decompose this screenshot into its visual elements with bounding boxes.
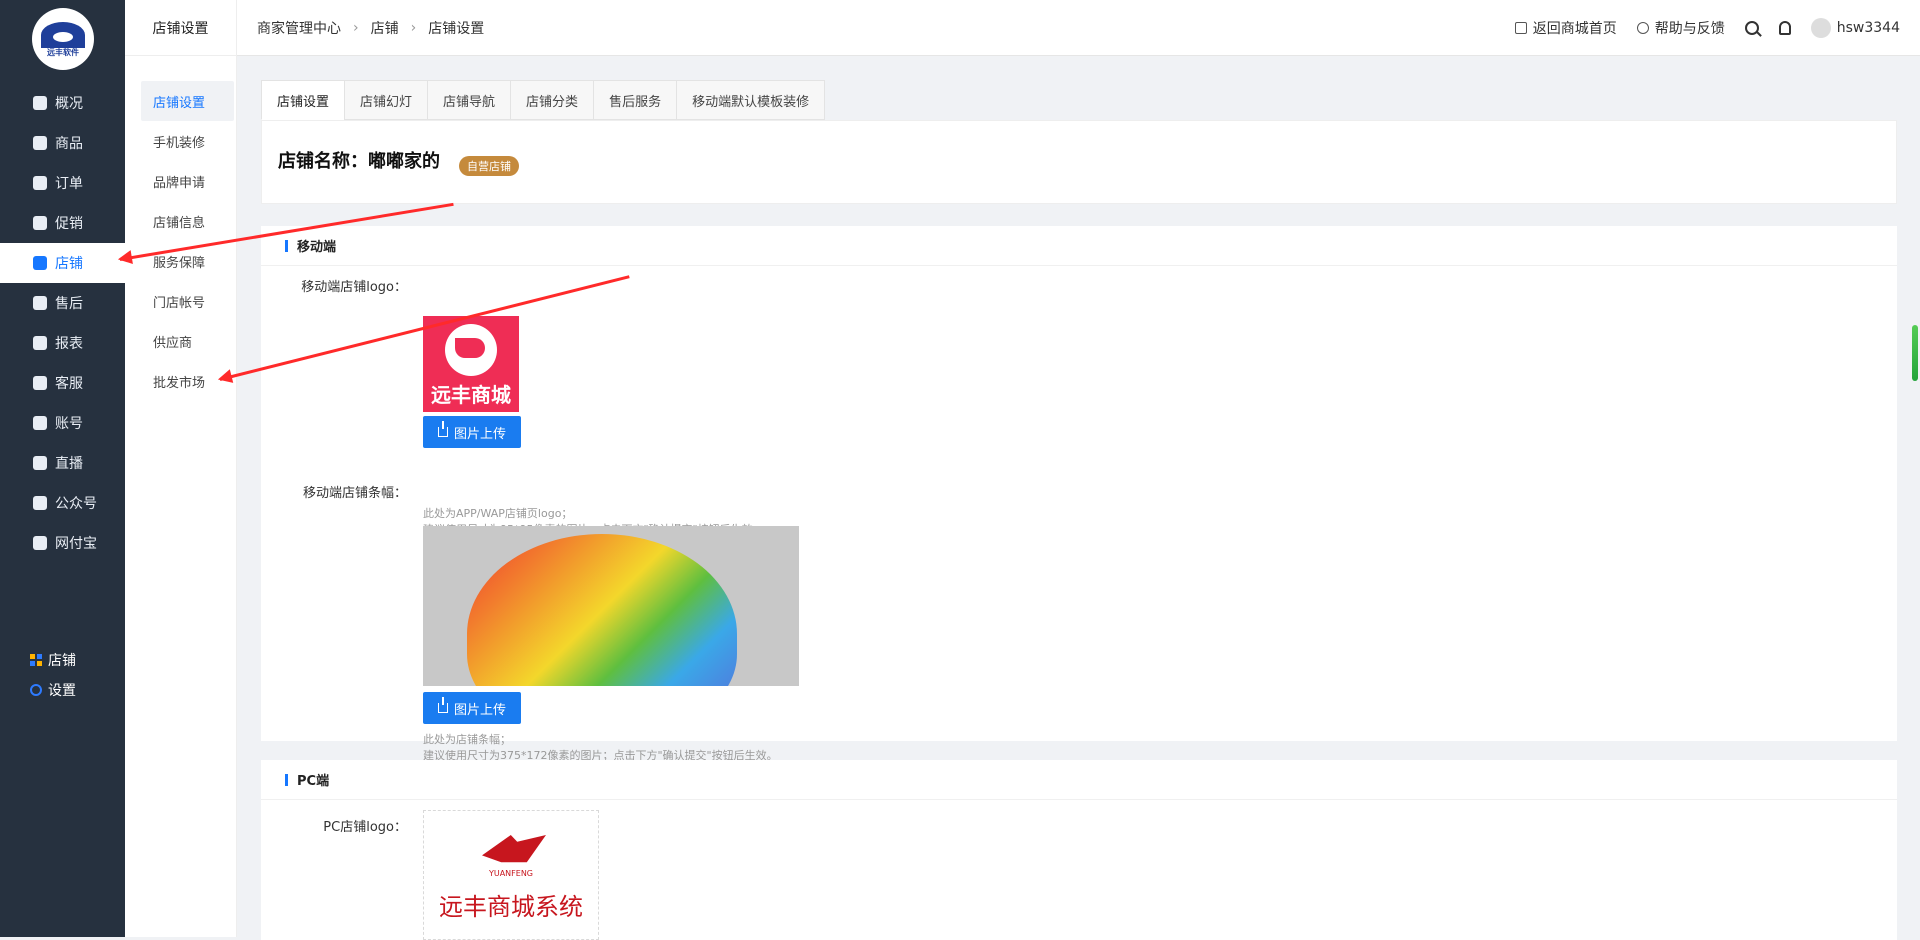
subnav-item-brand-apply[interactable]: 品牌申请 xyxy=(141,161,234,201)
breadcrumb-item: 店铺设置 xyxy=(428,21,485,37)
nav-item-aftersale[interactable]: 售后 xyxy=(0,283,125,323)
tab-store-navigation[interactable]: 店铺导航 xyxy=(427,80,512,120)
user-menu[interactable]: hsw3344 xyxy=(1810,18,1900,38)
main-sidebar: 远丰软件 概况 商品 订单 促销 店铺 售后 报表 客服 账号 直播 公众号 网… xyxy=(0,0,125,937)
logo-text: 远丰软件 xyxy=(47,48,79,57)
mobile-section: 移动端 移动端店铺logo： 远丰商城 图片上传 此处为APP/WAP店铺页lo… xyxy=(261,226,1897,762)
tab-store-categories[interactable]: 店铺分类 xyxy=(510,80,595,120)
home-icon xyxy=(1514,22,1527,34)
return-home-link[interactable]: 返回商城首页 xyxy=(1514,18,1617,38)
sub-sidebar: 店铺设置 店铺设置 手机装修 品牌申请 店铺信息 服务保障 门店帐号 供应商 批… xyxy=(125,0,237,937)
sidebar-bottom-links: 店铺 设置 xyxy=(30,645,120,705)
help-icon xyxy=(1636,22,1649,34)
grid-icon xyxy=(30,654,42,666)
bell-icon[interactable] xyxy=(1778,21,1791,35)
pc-logo-image: YUANFENG 远丰商城系统 xyxy=(423,810,599,940)
live-icon xyxy=(33,456,47,470)
mobile-logo-image: 远丰商城 xyxy=(423,316,519,412)
account-icon xyxy=(33,416,47,430)
subnav-item-store-info[interactable]: 店铺信息 xyxy=(141,201,234,241)
mobile-banner-label: 移动端店铺条幅： xyxy=(302,486,407,501)
nav-item-report[interactable]: 报表 xyxy=(0,323,125,363)
mobile-logo-upload: 图片上传 xyxy=(423,416,521,448)
tab-aftersale-service[interactable]: 售后服务 xyxy=(593,80,678,120)
tab-store-slides[interactable]: 店铺幻灯 xyxy=(344,80,429,120)
store-name-card: 店铺名称：嘟嘟家的 自营店铺 xyxy=(261,120,1897,204)
aftersale-icon xyxy=(33,296,47,310)
search-icon[interactable] xyxy=(1744,21,1759,35)
nav-item-promotion[interactable]: 促销 xyxy=(0,203,125,243)
upload-icon xyxy=(437,697,448,713)
payment-icon xyxy=(33,536,47,550)
subnav-item-supplier[interactable]: 供应商 xyxy=(141,321,234,361)
chevron-right-icon: › xyxy=(410,20,417,36)
service-icon xyxy=(33,376,47,390)
logo-mark-icon xyxy=(41,22,85,48)
upload-button[interactable]: 图片上传 xyxy=(423,416,521,448)
avatar xyxy=(1810,18,1831,38)
bottom-link-store[interactable]: 店铺 xyxy=(30,645,120,675)
nav-item-store[interactable]: 店铺 xyxy=(0,243,125,283)
pc-logo-label: PC店铺logo： xyxy=(323,820,407,835)
promotion-icon xyxy=(33,216,47,230)
tab-store-settings[interactable]: 店铺设置 xyxy=(261,80,346,120)
pc-section: PC端 PC店铺logo： YUANFENG 远丰商城系统 xyxy=(261,760,1897,940)
store-name-line: 店铺名称：嘟嘟家的 xyxy=(278,151,440,172)
overview-icon xyxy=(33,96,47,110)
self-operated-badge: 自营店铺 xyxy=(459,156,519,176)
breadcrumb-item[interactable]: 商家管理中心 xyxy=(257,18,341,38)
nav-item-official-account[interactable]: 公众号 xyxy=(0,483,125,523)
store-icon xyxy=(33,256,47,270)
goods-icon xyxy=(33,136,47,150)
mobile-banner-image xyxy=(423,526,799,686)
subnav-item-shop-accounts[interactable]: 门店帐号 xyxy=(141,281,234,321)
upload-icon xyxy=(437,421,448,437)
store-name: 嘟嘟家的 xyxy=(368,151,440,172)
horse-logo-icon xyxy=(482,835,546,863)
gear-icon xyxy=(30,684,42,696)
subnav-item-mobile-decoration[interactable]: 手机装修 xyxy=(141,121,234,161)
nav-item-service[interactable]: 客服 xyxy=(0,363,125,403)
nav-item-live[interactable]: 直播 xyxy=(0,443,125,483)
main-nav: 概况 商品 订单 促销 店铺 售后 报表 客服 账号 直播 公众号 网付宝 xyxy=(0,83,125,563)
official-account-icon xyxy=(33,496,47,510)
main-content: 店铺设置 店铺幻灯 店铺导航 店铺分类 售后服务 移动端默认模板装修 店铺名称：… xyxy=(261,80,1897,940)
orders-icon xyxy=(33,176,47,190)
horse-logo-icon xyxy=(445,324,497,376)
sub-sidebar-title: 店铺设置 xyxy=(125,0,236,56)
top-header: 商家管理中心 › 店铺 › 店铺设置 返回商城首页 帮助与反馈 hsw3344 xyxy=(237,0,1920,56)
mobile-logo-text: 远丰商城 xyxy=(431,383,511,407)
mobile-banner-upload: 图片上传 xyxy=(423,692,521,724)
breadcrumb-item[interactable]: 店铺 xyxy=(371,18,399,38)
nav-item-goods[interactable]: 商品 xyxy=(0,123,125,163)
nav-item-overview[interactable]: 概况 xyxy=(0,83,125,123)
help-feedback-link[interactable]: 帮助与反馈 xyxy=(1636,18,1725,38)
pc-section-title: PC端 xyxy=(261,760,1897,800)
subnav-item-store-settings[interactable]: 店铺设置 xyxy=(141,81,234,121)
rainbow-ice-image xyxy=(467,534,737,686)
brand-logo[interactable]: 远丰软件 xyxy=(32,8,94,70)
tab-mobile-template[interactable]: 移动端默认模板装修 xyxy=(676,80,826,120)
upload-button[interactable]: 图片上传 xyxy=(423,692,521,724)
chevron-right-icon: › xyxy=(353,20,359,36)
mobile-logo-label: 移动端店铺logo： xyxy=(301,280,407,295)
header-actions: 返回商城首页 帮助与反馈 hsw3344 xyxy=(1514,0,1900,56)
mobile-section-title: 移动端 xyxy=(261,226,1897,266)
nav-item-payment[interactable]: 网付宝 xyxy=(0,523,125,563)
scrollbar-thumb[interactable] xyxy=(1912,325,1918,381)
username: hsw3344 xyxy=(1836,20,1900,36)
bottom-link-settings[interactable]: 设置 xyxy=(30,675,120,705)
settings-tabs: 店铺设置 店铺幻灯 店铺导航 店铺分类 售后服务 移动端默认模板装修 xyxy=(261,80,826,120)
report-icon xyxy=(33,336,47,350)
breadcrumb: 商家管理中心 › 店铺 › 店铺设置 xyxy=(257,0,484,56)
nav-item-account[interactable]: 账号 xyxy=(0,403,125,443)
nav-item-orders[interactable]: 订单 xyxy=(0,163,125,203)
